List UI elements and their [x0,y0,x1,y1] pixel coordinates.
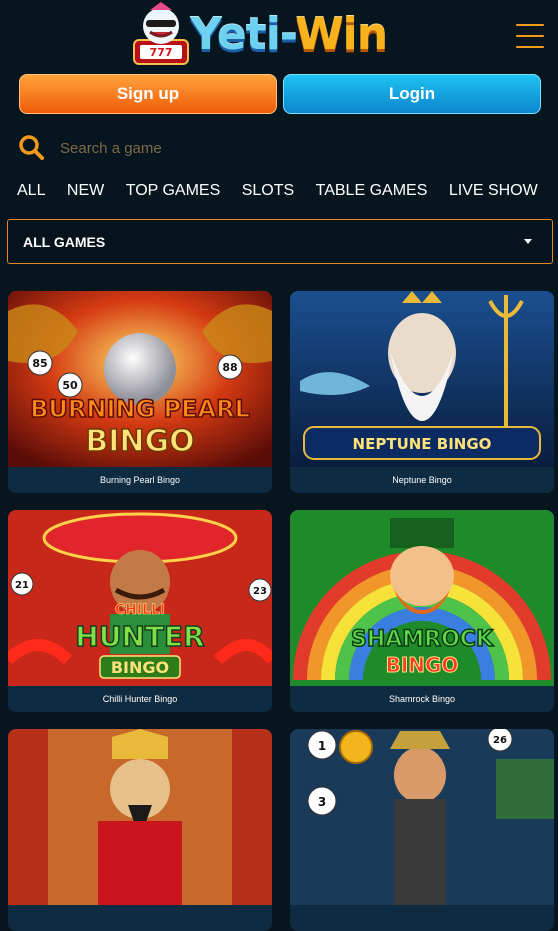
game-title: Burning Pearl Bingo [8,467,272,493]
game-title: Shamrock Bingo [290,686,554,712]
svg-text:88: 88 [222,361,237,374]
tab-top-games[interactable]: TOP GAMES [126,182,221,200]
chevron-down-icon [524,239,532,244]
tab-slots[interactable]: SLOTS [242,182,294,200]
svg-text:SHAMROCK: SHAMROCK [351,627,494,652]
game-thumbnail: SHAMROCK BINGO [290,510,554,686]
tab-table-games[interactable]: TABLE GAMES [316,182,428,200]
svg-text:NEPTUNE BINGO: NEPTUNE BINGO [353,435,492,453]
yeti-mascot-icon: 777 [133,2,189,65]
svg-text:3: 3 [318,795,326,809]
svg-text:26: 26 [493,735,507,746]
brand-wordmark: Yeti-Win [190,9,388,60]
svg-text:BINGO: BINGO [85,424,194,459]
svg-text:BURNING PEARL: BURNING PEARL [30,395,250,423]
games-filter-select[interactable]: ALL GAMES [7,219,553,264]
game-card-chilli-hunter-bingo[interactable]: 21 23 CHILLI HUNTER BINGO Chilli Hunter … [8,510,272,712]
search-icon[interactable] [18,134,44,160]
tab-new[interactable]: NEW [67,182,104,200]
search-input[interactable] [58,132,522,164]
svg-text:CHILLI: CHILLI [115,602,165,618]
svg-text:1: 1 [318,739,326,753]
svg-text:BINGO: BINGO [386,653,459,677]
game-title [290,905,554,931]
game-thumbnail: 85 50 88 BURNING PEARL BINGO [8,291,272,467]
game-card-burning-pearl-bingo[interactable]: 85 50 88 BURNING PEARL BINGO Burning Pea… [8,291,272,493]
game-card-neptune-bingo[interactable]: NEPTUNE BINGO Neptune Bingo [290,291,554,493]
game-title: Chilli Hunter Bingo [8,686,272,712]
header: 777 Yeti-Win [0,0,558,72]
search-bar [16,128,536,166]
menu-hamburger-icon[interactable] [516,24,544,52]
game-thumbnail: 21 23 CHILLI HUNTER BINGO [8,510,272,686]
svg-text:HUNTER: HUNTER [75,620,204,653]
game-card-shamrock-bingo[interactable]: SHAMROCK BINGO Shamrock Bingo [290,510,554,712]
svg-text:85: 85 [32,357,47,370]
login-button[interactable]: Login [283,74,541,114]
tab-all[interactable]: ALL [17,182,45,200]
category-tabs: ALL NEW TOP GAMES SLOTS TABLE GAMES LIVE… [17,182,558,206]
svg-text:23: 23 [253,586,267,597]
game-title [8,905,272,931]
game-thumbnail [8,729,272,905]
signup-button[interactable]: Sign up [19,74,277,114]
tab-live-show[interactable]: LIVE SHOW [449,182,538,200]
svg-text:BINGO: BINGO [111,658,169,677]
brand-logo[interactable]: 777 Yeti-Win [128,0,432,72]
game-thumbnail: 1 3 26 [290,729,554,905]
svg-text:21: 21 [15,580,29,591]
filter-selected-value: ALL GAMES [23,233,106,250]
svg-text:50: 50 [62,379,78,392]
svg-text:777: 777 [150,46,173,59]
game-thumbnail: NEPTUNE BINGO [290,291,554,467]
game-card[interactable]: 1 3 26 [290,729,554,931]
game-title: Neptune Bingo [290,467,554,493]
game-card[interactable] [8,729,272,931]
